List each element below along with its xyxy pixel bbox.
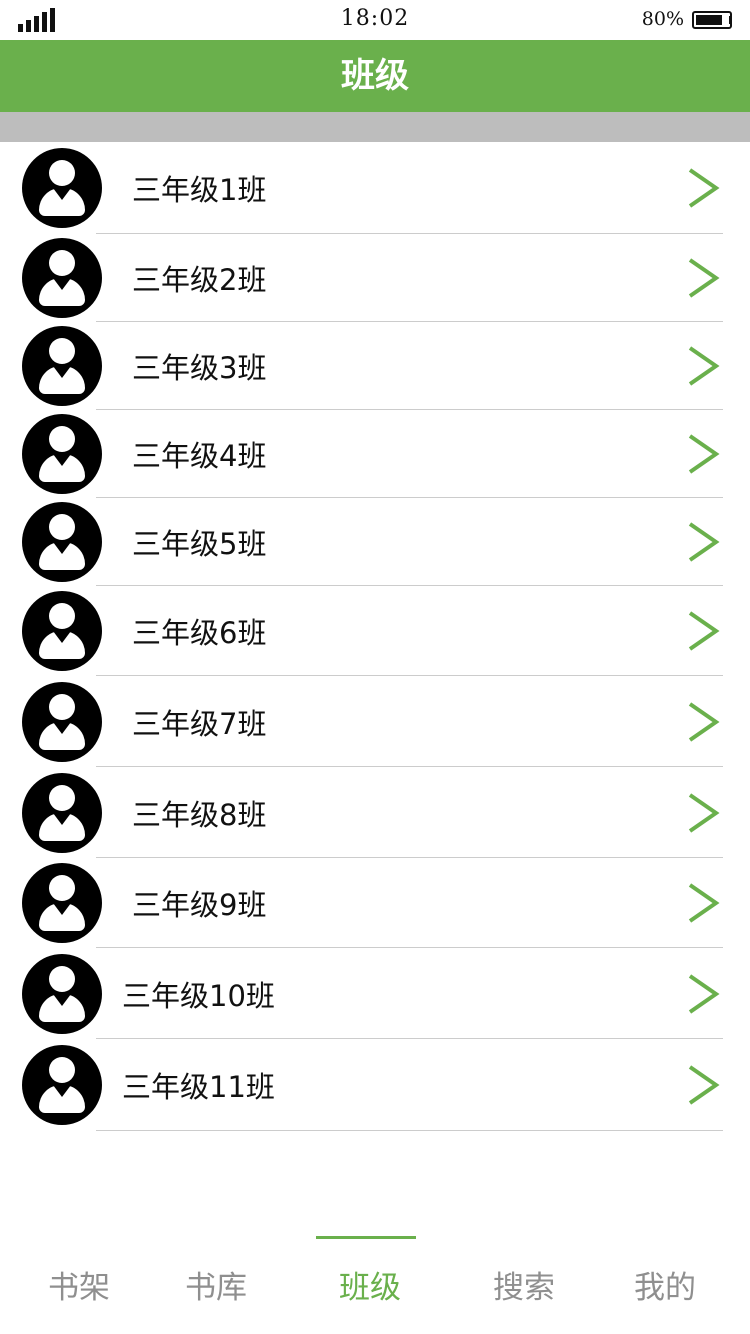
chevron-right-icon — [680, 791, 724, 835]
tab-library[interactable]: 书库 — [185, 1262, 247, 1306]
class-name: 三年级4班 — [132, 439, 267, 473]
tab-bookshelf[interactable]: 书架 — [48, 1262, 110, 1306]
class-name: 三年级2班 — [132, 263, 267, 297]
chevron-right-icon — [680, 881, 724, 925]
class-list-item[interactable]: 三年级2班 — [0, 234, 750, 322]
chevron-right-icon — [680, 520, 724, 564]
chevron-right-icon — [680, 344, 724, 388]
class-list-item[interactable]: 三年级10班 — [0, 948, 750, 1039]
chevron-right-icon — [680, 609, 724, 653]
user-avatar-icon — [22, 326, 102, 406]
chevron-right-icon — [680, 432, 724, 476]
user-avatar-icon — [22, 682, 102, 762]
battery-percentage: 80% — [641, 8, 684, 30]
class-name: 三年级10班 — [122, 979, 275, 1013]
class-list-item[interactable]: 三年级1班 — [0, 142, 750, 234]
header-bar: 班级 — [0, 40, 750, 112]
user-avatar-icon — [22, 954, 102, 1034]
class-list-item[interactable]: 三年级8班 — [0, 767, 750, 858]
class-list-item[interactable]: 三年级5班 — [0, 498, 750, 586]
class-name: 三年级11班 — [122, 1070, 275, 1104]
class-name: 三年级1班 — [132, 173, 267, 207]
class-name: 三年级5班 — [132, 527, 267, 561]
user-avatar-icon — [22, 773, 102, 853]
row-divider — [96, 1130, 723, 1131]
chevron-right-icon — [680, 972, 724, 1016]
class-list-item[interactable]: 三年级11班 — [0, 1039, 750, 1131]
chevron-right-icon — [680, 700, 724, 744]
user-avatar-icon — [22, 238, 102, 318]
active-tab-indicator — [316, 1236, 416, 1239]
class-name: 三年级7班 — [132, 707, 267, 741]
page-title: 班级 — [341, 56, 409, 96]
class-list-item[interactable]: 三年级4班 — [0, 410, 750, 498]
class-list-item[interactable]: 三年级9班 — [0, 858, 750, 948]
class-list-item[interactable]: 三年级6班 — [0, 586, 750, 676]
class-list-item[interactable]: 三年级3班 — [0, 322, 750, 410]
chevron-right-icon — [680, 256, 724, 300]
status-bar: 18:02 80% — [0, 0, 750, 40]
tab-class[interactable]: 班级 — [339, 1262, 401, 1306]
class-name: 三年级6班 — [132, 616, 267, 650]
chevron-right-icon — [680, 166, 724, 210]
user-avatar-icon — [22, 148, 102, 228]
user-avatar-icon — [22, 863, 102, 943]
class-list-item[interactable]: 三年级7班 — [0, 676, 750, 767]
chevron-right-icon — [680, 1063, 724, 1107]
tab-mine[interactable]: 我的 — [634, 1262, 696, 1306]
status-time: 18:02 — [340, 6, 410, 31]
user-avatar-icon — [22, 1045, 102, 1125]
battery-icon — [692, 11, 732, 29]
class-name: 三年级3班 — [132, 351, 267, 385]
user-avatar-icon — [22, 414, 102, 494]
class-name: 三年级9班 — [132, 888, 267, 922]
user-avatar-icon — [22, 591, 102, 671]
user-avatar-icon — [22, 502, 102, 582]
tab-search[interactable]: 搜索 — [493, 1262, 555, 1306]
header-divider-band — [0, 112, 750, 142]
class-name: 三年级8班 — [132, 798, 267, 832]
